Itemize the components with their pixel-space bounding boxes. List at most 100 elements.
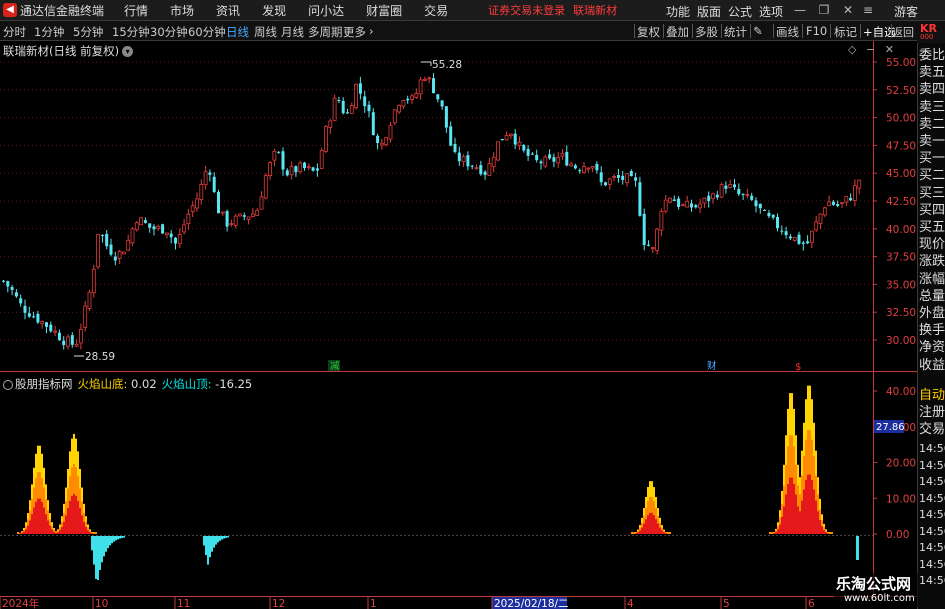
minimize-panel-icon[interactable]: −	[866, 43, 875, 56]
quote-field-label: 买三	[919, 185, 945, 201]
reduce-marker[interactable]: 减	[330, 360, 340, 372]
candle-body	[569, 163, 573, 167]
login-status[interactable]: 证券交易未登录	[488, 2, 565, 18]
finance-marker[interactable]: 财	[707, 360, 717, 372]
period-1min[interactable]: 1分钟	[34, 24, 64, 40]
candle-body	[621, 175, 625, 180]
candle-body	[728, 184, 733, 188]
statistics-button[interactable]: 统计	[724, 24, 747, 40]
period-multi[interactable]: 多周期	[308, 24, 343, 40]
price-tick-label: 35.00	[886, 279, 916, 291]
overlay-button[interactable]: 叠加	[666, 24, 689, 40]
trade-link[interactable]: 交易	[919, 418, 945, 437]
candle-body	[281, 151, 285, 170]
menu-quotes[interactable]: 行情	[124, 2, 148, 19]
candle-body	[401, 100, 406, 107]
candle-body	[6, 281, 10, 287]
f10-button[interactable]: F10	[806, 24, 827, 38]
draw-tool-icon[interactable]: ✎	[753, 24, 763, 38]
dividend-marker[interactable]: $	[795, 362, 801, 373]
trough-bar	[109, 536, 111, 546]
trough-bar	[99, 536, 101, 571]
chevron-down-icon[interactable]: ▾	[122, 46, 134, 57]
menu-ask[interactable]: 问小达	[308, 2, 344, 19]
candle-body	[647, 244, 650, 246]
indicator-settings-icon[interactable]	[3, 379, 13, 390]
chevron-right-icon[interactable]: ›	[369, 24, 374, 38]
flame-bar-base	[663, 532, 665, 534]
trough-bar	[113, 536, 115, 542]
menu-formula[interactable]: 公式	[728, 3, 752, 20]
stock-chart[interactable]: 55.0052.5050.0047.5045.0042.5040.0037.50…	[0, 41, 917, 609]
candle-body	[324, 126, 328, 152]
flame-bar-base	[779, 524, 781, 534]
candle-body	[758, 203, 762, 209]
candle-body	[634, 177, 638, 181]
menu-function[interactable]: 功能	[666, 3, 690, 20]
candle-body	[573, 165, 577, 169]
trade-time: 14:56	[919, 508, 945, 521]
close-icon[interactable]: ✕	[840, 2, 856, 18]
trade-time: 14:56	[919, 458, 945, 472]
candle-body	[217, 191, 220, 214]
menu-icon[interactable]: ≡	[860, 2, 876, 18]
menu-wealth[interactable]: 财富圈	[366, 2, 402, 19]
mark-button[interactable]: 标记	[834, 24, 857, 40]
flame-bar-base	[67, 508, 69, 534]
flame-bar-base	[91, 533, 93, 534]
candle-body	[432, 78, 435, 94]
period-monthly[interactable]: 月线	[281, 24, 304, 40]
flame-bar-base	[49, 525, 51, 534]
back-button[interactable]: 返回	[892, 24, 914, 40]
indicator-tick-label: 0.00	[886, 529, 909, 541]
period-more[interactable]: 更多	[343, 24, 366, 40]
candle-body	[203, 171, 208, 186]
candle-body	[397, 104, 402, 113]
indicator-tick-label: 10.00	[886, 493, 916, 505]
flame-bar-base	[789, 477, 791, 534]
toolbar-divider	[802, 24, 803, 38]
menu-market[interactable]: 市场	[170, 2, 194, 19]
flame-bar-base	[29, 520, 31, 534]
candle-body	[526, 148, 530, 156]
candle-body	[444, 106, 448, 128]
period-5min[interactable]: 5分钟	[73, 24, 103, 40]
period-15min[interactable]: 15分钟	[112, 24, 150, 40]
period-tick[interactable]: 分时	[3, 24, 26, 40]
trough-bar	[221, 536, 223, 540]
period-30min[interactable]: 30分钟	[150, 24, 188, 40]
flame-bar-base	[647, 515, 649, 534]
candle-body	[539, 161, 543, 164]
flame-bar-base	[43, 507, 45, 534]
candle-body	[363, 96, 367, 107]
period-weekly[interactable]: 周线	[254, 24, 277, 40]
restore-icon[interactable]: ❐	[816, 2, 832, 18]
close-panel-icon[interactable]: ✕	[885, 43, 894, 56]
chart-title[interactable]: 联瑞新材(日线 前复权) ▾	[3, 43, 134, 59]
candle-body	[625, 173, 629, 184]
menu-info[interactable]: 资讯	[216, 2, 240, 19]
menu-options[interactable]: 选项	[759, 3, 783, 20]
guest-label[interactable]: 游客	[894, 3, 918, 20]
menu-trade[interactable]: 交易	[424, 2, 448, 19]
toolbar-divider	[692, 24, 693, 38]
flame-bar-base	[79, 508, 81, 534]
candle-body	[599, 172, 603, 183]
candle-body	[612, 175, 616, 178]
draw-line-button[interactable]: 画线	[776, 24, 799, 40]
minimize-icon[interactable]: —	[792, 2, 808, 18]
multi-stock-button[interactable]: 多股	[695, 24, 718, 40]
candle-body	[461, 156, 466, 163]
candle-body	[250, 213, 255, 218]
candle-body	[771, 214, 775, 218]
quote-field-label: 卖二	[919, 116, 945, 132]
menu-discover[interactable]: 发现	[262, 2, 286, 19]
candle-body	[371, 112, 375, 136]
candle-body	[19, 298, 23, 304]
period-daily[interactable]: 日线	[226, 24, 249, 40]
menu-layout[interactable]: 版面	[697, 3, 721, 20]
adjust-button[interactable]: 复权	[637, 24, 660, 40]
indicator-title[interactable]: 股朋指标网 火焰山底: 0.02 火焰山顶: -16.25	[3, 376, 252, 392]
diamond-icon[interactable]: ◇	[848, 43, 856, 56]
period-60min[interactable]: 60分钟	[188, 24, 226, 40]
